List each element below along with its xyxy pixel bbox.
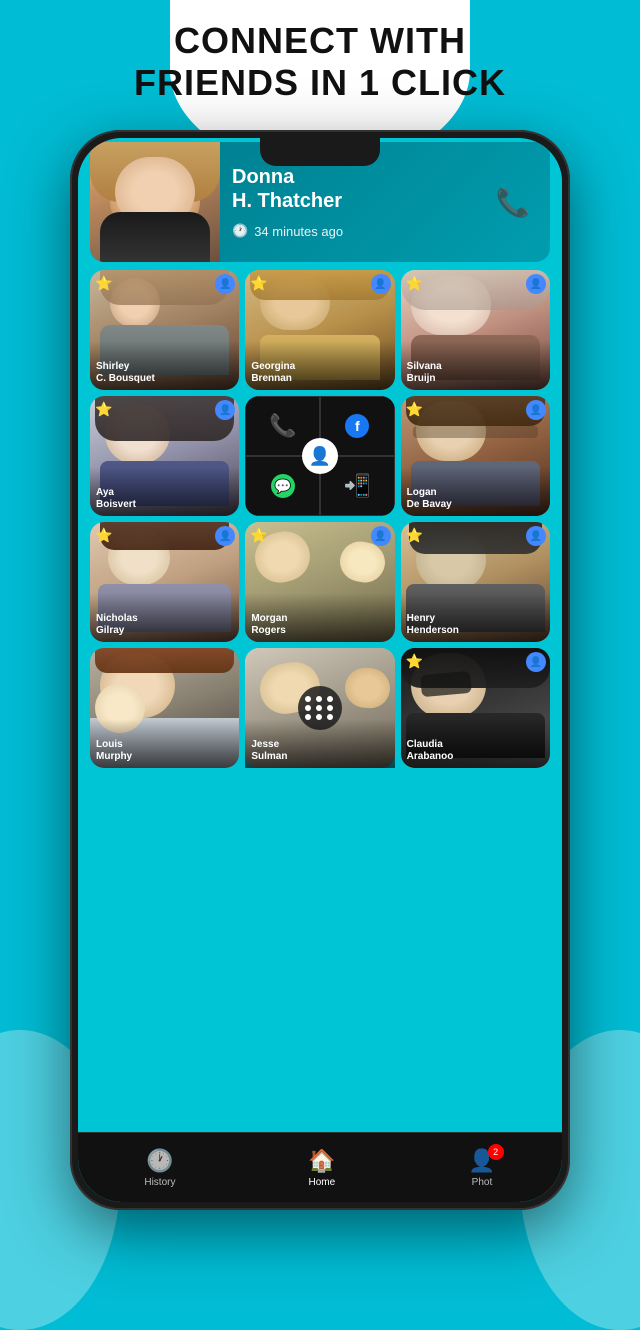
contact-card-silvana[interactable]: ⭐ 👤 SilvanaBruijn	[401, 270, 550, 390]
star-badge: ⭐	[406, 401, 423, 418]
contact-name: LouisMurphy	[96, 739, 233, 763]
contact-card-louis[interactable]: LouisMurphy	[90, 648, 239, 768]
contact-name: SilvanaBruijn	[407, 361, 544, 385]
profile-badge: 👤	[526, 652, 546, 672]
contact-overlay: HenryHenderson	[401, 593, 550, 642]
profile-badge: 👤	[526, 400, 546, 420]
phone-inner: Toki 🔍 Name or number 🎤 👤 ☰	[78, 138, 562, 1202]
featured-time: 🕐 34 minutes ago	[232, 223, 476, 239]
contacts-grid: ⭐ 👤 ShirleyC. Bousquet ⭐ 👤	[78, 270, 562, 768]
scroll-area[interactable]: Donna H. Thatcher 🕐 34 minutes ago 📞	[78, 138, 562, 1132]
nav-home[interactable]: 🏠 Home	[308, 1148, 335, 1188]
contact-overlay: ShirleyC. Bousquet	[90, 341, 239, 390]
contact-name: ShirleyC. Bousquet	[96, 361, 233, 385]
dial-dots	[305, 696, 335, 720]
featured-info: Donna H. Thatcher 🕐 34 minutes ago	[220, 151, 488, 253]
contact-overlay: SilvanaBruijn	[401, 341, 550, 390]
star-badge: ⭐	[406, 653, 423, 670]
star-badge: ⭐	[406, 527, 423, 544]
star-badge: ⭐	[406, 275, 423, 292]
star-badge: ⭐	[250, 275, 267, 292]
contact-overlay: LoganDe Bavay	[401, 467, 550, 516]
contact-name: LoganDe Bavay	[407, 487, 544, 511]
header-line2: FRIENDS IN 1 CLICK	[134, 62, 506, 104]
contact-overlay: GeorginaBrennan	[245, 341, 394, 390]
phone-frame: Toki 🔍 Name or number 🎤 👤 ☰	[70, 130, 570, 1210]
profile-badge: 👤	[371, 274, 391, 294]
contact-card-claudia[interactable]: ⭐ 👤 ClaudiaArabanoo	[401, 648, 550, 768]
header-line1: CONNECT WITH	[134, 20, 506, 62]
star-badge: ⭐	[95, 527, 112, 544]
header: CONNECT WITH FRIENDS IN 1 CLICK	[134, 20, 506, 104]
contact-card-nicholas[interactable]: ⭐ 👤 NicholasGilray	[90, 522, 239, 642]
contact-name: AyaBoisvert	[96, 487, 233, 511]
contact-name: ClaudiaArabanoo	[407, 739, 544, 763]
action-center-icon[interactable]: 👤	[302, 438, 338, 474]
contact-overlay: JesseSulman	[245, 719, 394, 768]
photos-badge: 2	[488, 1144, 504, 1160]
nav-photos[interactable]: 👤 2 Phot	[468, 1148, 495, 1188]
history-icon: 🕐	[146, 1148, 173, 1174]
profile-badge: 👤	[526, 526, 546, 546]
contact-card-shirley[interactable]: ⭐ 👤 ShirleyC. Bousquet	[90, 270, 239, 390]
profile-badge: 👤	[526, 274, 546, 294]
contact-card-aya[interactable]: ⭐ 👤 AyaBoisvert	[90, 396, 239, 516]
photos-icon-wrapper: 👤 2	[468, 1148, 495, 1174]
phone-notch	[260, 138, 380, 166]
contact-card-henry[interactable]: ⭐ 👤 HenryHenderson	[401, 522, 550, 642]
contact-overlay: AyaBoisvert	[90, 467, 239, 516]
star-badge: ⭐	[95, 275, 112, 292]
contact-overlay: MorganRogers	[245, 593, 394, 642]
contact-name: GeorginaBrennan	[251, 361, 388, 385]
contact-name: NicholasGilray	[96, 613, 233, 637]
profile-badge: 👤	[371, 526, 391, 546]
contact-name: HenryHenderson	[407, 613, 544, 637]
contact-card-morgan[interactable]: ⭐ 👤 MorganRogers	[245, 522, 394, 642]
bottom-nav: 🕐 History 🏠 Home 👤 2 Phot	[78, 1132, 562, 1202]
contact-card-georgina[interactable]: ⭐ 👤 GeorginaBrennan	[245, 270, 394, 390]
contact-name: MorganRogers	[251, 613, 388, 637]
call-button[interactable]: 📞	[488, 177, 538, 227]
contact-card-jesse[interactable]: JesseSulman	[245, 648, 394, 768]
star-badge: ⭐	[250, 527, 267, 544]
app-content: Toki 🔍 Name or number 🎤 👤 ☰	[78, 138, 562, 1202]
nav-history[interactable]: 🕐 History	[144, 1148, 175, 1188]
contact-card-logan[interactable]: ⭐ 👤 LoganDe Bavay	[401, 396, 550, 516]
home-icon: 🏠	[308, 1148, 335, 1174]
featured-name: Donna H. Thatcher	[232, 165, 476, 213]
star-badge: ⭐	[95, 401, 112, 418]
featured-photo	[90, 142, 220, 262]
action-tile[interactable]: 📞 f 💬 📲 👤	[245, 396, 394, 516]
contact-name: JesseSulman	[251, 739, 388, 763]
contact-overlay: NicholasGilray	[90, 593, 239, 642]
contact-overlay: ClaudiaArabanoo	[401, 719, 550, 768]
contact-overlay: LouisMurphy	[90, 719, 239, 768]
